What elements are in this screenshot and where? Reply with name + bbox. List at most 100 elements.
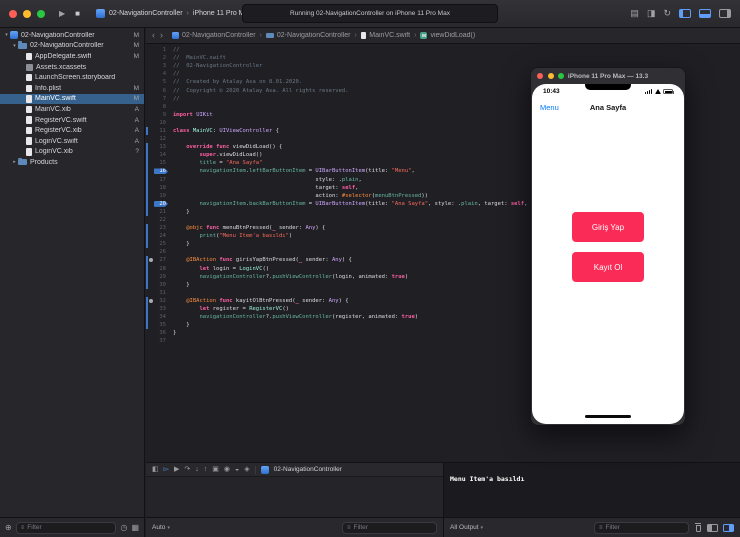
file-row-appdelegate-swift[interactable]: AppDelegate.swift M [0,51,144,62]
line-number[interactable]: 14 [154,152,168,158]
line-number[interactable]: 17 [154,177,168,183]
line-number[interactable]: 35 [154,322,168,328]
breakpoint-badge[interactable]: 20 [154,200,168,207]
line-number[interactable]: 29 [154,274,168,280]
line-number[interactable]: 2 [154,55,168,61]
zoom-window-icon[interactable] [37,9,45,18]
scheme-selector[interactable]: 02-NavigationController › iPhone 11 Pro … [96,9,252,18]
line-number[interactable]: 5 [154,79,168,85]
toggle-navigator-icon[interactable] [679,9,691,18]
line-number[interactable]: 37 [154,338,168,344]
assistant-editor-icon[interactable]: ◨ [647,9,656,18]
line-number[interactable]: 28 [154,266,168,272]
zoom-window-icon[interactable] [558,73,564,79]
close-window-icon[interactable] [537,73,543,79]
line-number[interactable]: 13 [154,144,168,150]
toggle-console-icon[interactable] [723,523,734,532]
minimize-window-icon[interactable] [547,73,554,79]
file-row-info-plist[interactable]: Info.plist M [0,83,144,94]
line-number[interactable]: 26 [154,249,168,255]
stop-button[interactable]: ■ [75,9,80,18]
sim-button-giri-yap[interactable]: Giriş Yap [572,212,644,242]
menu-bar-button[interactable]: Menu [540,103,559,112]
close-window-icon[interactable] [9,9,17,18]
console-scope-button[interactable]: All Output ▾ [450,524,483,531]
step-out-icon[interactable]: ↑ [204,466,208,473]
line-number[interactable]: 3 [154,63,168,69]
line-number[interactable]: 23 [154,225,168,231]
line-number[interactable]: 10 [154,120,168,126]
line-number[interactable]: 30 [154,282,168,288]
line-number[interactable]: 32 [154,298,168,304]
disclosure-icon[interactable]: ▾ [11,43,18,49]
disclosure-icon[interactable]: ▸ [11,159,18,165]
home-indicator[interactable] [585,414,631,418]
line-number[interactable]: 33 [154,306,168,312]
add-file-icon[interactable]: ⊕ [5,523,12,532]
line-number[interactable]: 11 [154,128,168,134]
simulate-location-icon[interactable]: ◈ [244,466,249,473]
view-hierarchy-icon[interactable]: ▣ [212,466,219,473]
breadcrumb-item[interactable]: MviewDidLoad() [420,32,475,39]
file-row-products[interactable]: ▸ Products [0,157,144,168]
toggle-variables-view-icon[interactable] [707,523,718,532]
continue-icon[interactable]: ▶ [174,466,179,473]
line-number[interactable]: 15 [154,160,168,166]
back-button[interactable]: ‹ [152,31,155,40]
console-pane[interactable]: Menu Item'a basıldı All Output ▾ ≡ Filte… [444,463,740,537]
line-number[interactable]: 24 [154,233,168,239]
line-number[interactable]: 8 [154,104,168,110]
step-into-icon[interactable]: ↓ [195,466,199,473]
memory-graph-icon[interactable]: ◉ [224,466,230,473]
toggle-debug-area-icon[interactable] [699,9,711,18]
console-filter-field[interactable]: ≡ Filter [594,521,689,534]
line-number[interactable]: 18 [154,185,168,191]
line-number[interactable]: 12 [154,136,168,142]
scm-status-filter-icon[interactable]: ▦ [131,523,139,532]
clear-console-icon[interactable] [694,523,702,532]
variables-view[interactable] [146,477,443,517]
disclosure-icon[interactable]: ▾ [3,32,10,38]
hide-debug-area-icon[interactable]: ◧ [152,466,159,473]
line-number[interactable]: 1 [154,47,168,53]
step-over-icon[interactable]: ↷ [184,466,190,473]
line-number[interactable]: 36 [154,330,168,336]
file-row-registervc-swift[interactable]: RegisterVC.swift A [0,115,144,126]
file-row-mainvc-swift[interactable]: MainVC.swift M [0,93,144,105]
editor-standard-icon[interactable]: ▤ [630,9,639,18]
line-number[interactable]: 25 [154,241,168,247]
file-row-assets-xcassets[interactable]: Assets.xcassets [0,62,144,73]
file-row-02-navigationcontroller[interactable]: ▾ 02-NavigationController M [0,41,144,52]
file-row-loginvc-swift[interactable]: LoginVC.swift A [0,136,144,147]
navigator-filter-field[interactable]: ≡ Filter [15,521,117,534]
line-number[interactable]: 31 [154,290,168,296]
environment-overrides-icon[interactable]: ◒ [235,466,239,473]
line-number[interactable]: 6 [154,88,168,94]
sim-button-kay-t-ol[interactable]: Kayıt Ol [572,252,644,282]
line-number[interactable]: 7 [154,96,168,102]
simulator-titlebar[interactable]: iPhone 11 Pro Max — 13.3 [531,68,685,84]
line-number[interactable]: 9 [154,112,168,118]
file-row-registervc-xib[interactable]: RegisterVC.xib A [0,125,144,136]
line-number[interactable]: 19 [154,193,168,199]
breakpoint-badge[interactable]: 16 [154,168,168,175]
version-editor-icon[interactable]: ↻ [663,9,671,18]
file-row-launchscreen-storyboard[interactable]: LaunchScreen.storyboard [0,72,144,83]
breadcrumb-item[interactable]: MainVC.swift [360,32,410,39]
line-number[interactable]: 27 [154,257,168,263]
line-number[interactable]: 21 [154,209,168,215]
file-row-mainvc-xib[interactable]: MainVC.xib A [0,104,144,115]
minimize-window-icon[interactable] [23,9,31,18]
variables-scope-button[interactable]: Auto ▾ [152,524,170,531]
breadcrumb-item[interactable]: 02-NavigationController [172,32,256,39]
file-row-loginvc-xib[interactable]: LoginVC.xib? [0,147,144,158]
variables-filter-field[interactable]: ≡ Filter [342,521,437,534]
line-number[interactable]: 22 [154,217,168,223]
breakpoints-toggle-icon[interactable]: ▻ [164,466,169,473]
toggle-inspectors-icon[interactable] [719,9,731,18]
file-row-02-navigationcontroller[interactable]: ▾ 02-NavigationController M [0,30,144,41]
recent-files-icon[interactable]: ◷ [120,523,127,532]
line-number[interactable]: 4 [154,71,168,77]
breadcrumb-item[interactable]: 02-NavigationController [265,32,350,39]
forward-button[interactable]: › [160,31,163,40]
